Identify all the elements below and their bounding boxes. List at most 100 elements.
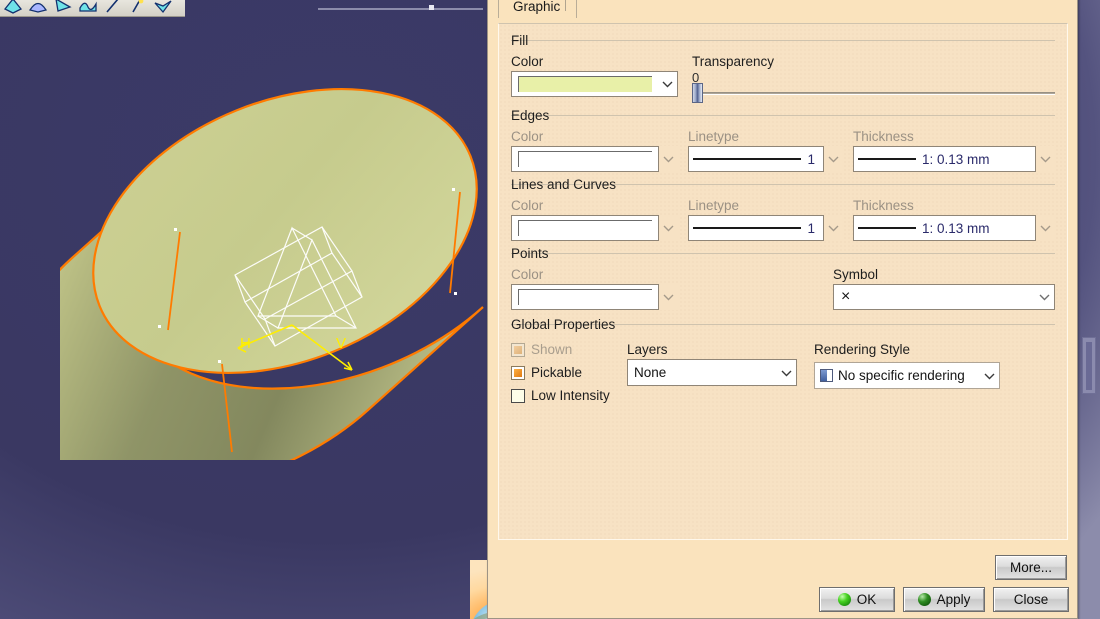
edges-linetype-combo[interactable]: 1 <box>688 146 843 172</box>
group-lines-and-curves: Lines and Curves Color Linetype 1 Thickn… <box>511 176 1055 241</box>
group-points-label: Points <box>511 246 549 261</box>
ok-sphere-icon <box>837 593 851 606</box>
sketch-icon-3[interactable] <box>50 0 75 16</box>
chevron-down-icon[interactable] <box>1035 285 1054 309</box>
dialog-buttons: OK Apply Close <box>819 587 1069 612</box>
top-toolbar[interactable] <box>0 0 185 17</box>
lines-thickness-value: 1: 0.13 mm <box>922 220 990 236</box>
rendering-style-label: Rendering Style <box>814 342 911 357</box>
chevron-down-icon[interactable] <box>659 284 678 310</box>
thickness-preview <box>858 158 916 160</box>
chevron-down-icon[interactable] <box>824 146 843 172</box>
ok-button-label: OK <box>856 592 877 607</box>
group-edges-label: Edges <box>511 108 550 123</box>
points-symbol-label: Symbol <box>833 267 879 282</box>
edges-thickness-value-box: 1: 0.13 mm <box>853 146 1036 172</box>
edges-thickness-value: 1: 0.13 mm <box>922 151 990 167</box>
group-rule <box>511 253 1055 254</box>
sketch-icon-7[interactable] <box>150 0 175 16</box>
checkbox-low-intensity-row[interactable]: Low Intensity <box>511 388 621 403</box>
chevron-down-icon[interactable] <box>659 146 678 172</box>
points-color-label: Color <box>511 267 544 282</box>
group-lines-and-curves-label: Lines and Curves <box>511 177 617 192</box>
points-color-swatch <box>511 284 659 310</box>
chevron-down-icon[interactable] <box>659 215 678 241</box>
sketch-icon-4[interactable] <box>75 0 100 16</box>
fill-color-combo[interactable] <box>511 71 678 97</box>
checkbox-low-intensity[interactable] <box>511 388 525 403</box>
rendering-style-value-box: No specific rendering <box>815 363 980 388</box>
dialog-button-area: More... OK Apply Close <box>488 540 1077 618</box>
sketch-icon-1[interactable] <box>0 0 25 16</box>
edges-thickness-label: Thickness <box>853 129 914 144</box>
apply-sphere-icon <box>917 593 931 606</box>
more-button-wrap: More... <box>995 555 1067 580</box>
edges-thickness-combo[interactable]: 1: 0.13 mm <box>853 146 1055 172</box>
transparency-label: Transparency <box>692 54 775 69</box>
group-rule <box>511 40 1055 41</box>
lines-linetype-value-box: 1 <box>688 215 824 241</box>
properties-dialog[interactable]: Graphic Fill Color Transparency 0 Edges … <box>487 0 1078 619</box>
points-symbol-combo[interactable]: × <box>833 284 1055 310</box>
chevron-down-icon[interactable] <box>777 360 796 385</box>
close-button[interactable]: Close <box>993 587 1069 612</box>
viewport-guide-line <box>318 8 483 10</box>
edges-linetype-value-box: 1 <box>688 146 824 172</box>
checkbox-pickable[interactable] <box>511 365 525 380</box>
dialog-tabstrip[interactable]: Graphic <box>488 0 1077 23</box>
chevron-down-icon[interactable] <box>824 215 843 241</box>
transparency-slider[interactable] <box>692 83 1055 103</box>
linetype-preview <box>693 158 802 160</box>
group-edges: Edges Color Linetype 1 Thickness 1: 0.13… <box>511 107 1055 172</box>
slider-thumb[interactable] <box>692 83 703 103</box>
layers-label: Layers <box>627 342 668 357</box>
tab-separator <box>565 0 566 11</box>
more-button[interactable]: More... <box>995 555 1067 580</box>
edges-color-swatch-fill <box>518 151 652 167</box>
axis-h-label: H <box>240 335 251 352</box>
lines-thickness-label: Thickness <box>853 198 914 213</box>
checkbox-pickable-row[interactable]: Pickable <box>511 365 621 380</box>
thickness-preview <box>858 227 916 229</box>
lines-color-combo[interactable] <box>511 215 678 241</box>
group-fill-label: Fill <box>511 33 529 48</box>
cylinder-svg: H V <box>6 87 484 493</box>
chevron-down-icon[interactable] <box>1036 146 1055 172</box>
axis-v-label: V <box>336 335 346 352</box>
sketch-icon-2[interactable] <box>25 0 50 16</box>
viewport-scrollbar[interactable] <box>1082 337 1096 394</box>
points-symbol-value: × <box>841 288 851 305</box>
lines-color-swatch-fill <box>518 220 652 236</box>
rendering-style-combo[interactable]: No specific rendering <box>814 362 1000 389</box>
sketch-icon-6[interactable] <box>125 0 150 16</box>
fill-color-swatch-fill <box>518 76 652 92</box>
lines-color-label: Color <box>511 198 544 213</box>
fill-color-swatch <box>512 72 658 96</box>
edges-color-combo[interactable] <box>511 146 678 172</box>
chevron-down-icon[interactable] <box>1036 215 1055 241</box>
lines-thickness-value-box: 1: 0.13 mm <box>853 215 1036 241</box>
chevron-down-icon[interactable] <box>980 363 999 388</box>
3d-part-cylinder[interactable]: H V <box>6 80 510 493</box>
viewport-guide-point <box>429 5 434 10</box>
edges-linetype-label: Linetype <box>688 129 740 144</box>
lines-color-swatch <box>511 215 659 241</box>
rendering-style-value: No specific rendering <box>838 368 965 383</box>
lines-thickness-combo[interactable]: 1: 0.13 mm <box>853 215 1055 241</box>
group-global-properties-label: Global Properties <box>511 317 616 332</box>
checkbox-shown-label: Shown <box>531 342 573 357</box>
lines-linetype-combo[interactable]: 1 <box>688 215 843 241</box>
lines-linetype-label: Linetype <box>688 198 740 213</box>
edges-color-label: Color <box>511 129 544 144</box>
chevron-down-icon[interactable] <box>658 72 677 96</box>
layers-combo[interactable]: None <box>627 359 797 386</box>
apply-button[interactable]: Apply <box>903 587 985 612</box>
group-points: Points Color Symbol × <box>511 245 1055 310</box>
apply-button-label: Apply <box>936 592 971 607</box>
edges-color-swatch <box>511 146 659 172</box>
slider-track <box>697 92 1055 95</box>
sketch-icon-5[interactable] <box>100 0 125 16</box>
group-fill: Fill Color Transparency 0 <box>511 32 1055 103</box>
points-color-combo[interactable] <box>511 284 678 310</box>
ok-button[interactable]: OK <box>819 587 895 612</box>
